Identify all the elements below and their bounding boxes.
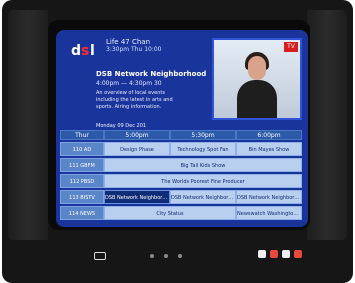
preview-badge: TV (284, 42, 298, 52)
control-button-2[interactable] (270, 250, 278, 258)
program-cell[interactable]: Newswatch Washington Time (236, 206, 302, 220)
front-button[interactable] (150, 254, 154, 258)
front-button[interactable] (178, 254, 182, 258)
grid-time-header-row: Thur 12:00pm5:00pm5:30pm6:00pm (60, 130, 304, 149)
now-playing-title: Life 47 Chan (106, 38, 151, 46)
control-button-3[interactable] (282, 250, 290, 258)
grid-time-header: 5:00pm (104, 130, 170, 140)
live-preview: TV (212, 38, 302, 120)
grid-time-header: 6:00pm (236, 130, 302, 140)
channel-label[interactable]: 110 AD (60, 142, 104, 156)
tv-set: d s l Life 47 Chan 3:30pm Thu 10:00 DSB … (0, 0, 355, 283)
speaker-right (307, 10, 347, 240)
tv-front-panel (10, 240, 346, 276)
grid-date-header: Thur 12:00pm (60, 130, 104, 149)
preview-person-head (248, 56, 266, 80)
channel-label[interactable]: 114 NEWS (60, 206, 104, 220)
tv-screen: d s l Life 47 Chan 3:30pm Thu 10:00 DSB … (56, 30, 308, 227)
preview-person-body (237, 80, 277, 118)
program-cell[interactable]: DSB Network Neighborhood (170, 190, 236, 204)
grid-row: 113 BISTV DSB Network Neighborhood DSB Net… (60, 190, 304, 204)
grid-row: 111 GBFM Big Tall Kids Show (60, 158, 304, 172)
program-cell[interactable]: Bin Mayes Show (236, 142, 302, 156)
grid-row: 110 AD Design Phase Technology Spot Fan Bin… (60, 142, 304, 156)
grid-time-header: 5:30pm (170, 130, 236, 140)
speaker-left (8, 10, 48, 240)
front-button[interactable] (164, 254, 168, 258)
program-cell[interactable]: Design Phase (104, 142, 170, 156)
control-button-1[interactable] (258, 250, 266, 258)
program-title: DSB Network Neighborhood (96, 70, 207, 78)
power-indicator-icon (94, 252, 106, 260)
program-time: 4:00pm — 4:30pm 30 (96, 80, 162, 87)
control-button-4[interactable] (294, 250, 302, 258)
guide-logo-icon: d s l (70, 38, 102, 62)
program-cell[interactable]: City Status (104, 206, 236, 220)
program-description: An overview of local events including th… (96, 90, 173, 110)
channel-label[interactable]: 112 PBSD (60, 174, 104, 188)
program-cell[interactable]: Big Tall Kids Show (104, 158, 302, 172)
front-controls (258, 250, 316, 260)
program-cell[interactable]: DSB Network Neighborhood (104, 190, 170, 204)
grid-row: 112 PBSD The Worlds Poorest Fine Producer (60, 174, 304, 188)
channel-label[interactable]: 113 BISTV (60, 190, 104, 204)
svg-text:l: l (90, 43, 95, 59)
program-grid: Thur 12:00pm5:00pm5:30pm6:00pm 110 ADDes… (60, 130, 304, 225)
program-cell[interactable]: Technology Spot Fan (170, 142, 236, 156)
program-cell[interactable]: The Worlds Poorest Fine Producer (104, 174, 302, 188)
grid-row: 114 NEWS City Status Newswatch Washington … (60, 206, 304, 220)
date-bar: Monday 09 Dec 201 (96, 123, 147, 129)
svg-text:s: s (81, 43, 89, 59)
now-playing-time: 3:30pm Thu 10:00 (106, 46, 162, 53)
svg-text:d: d (71, 43, 81, 59)
program-cell[interactable]: DSB Network Neighborhood (236, 190, 302, 204)
channel-label[interactable]: 111 GBFM (60, 158, 104, 172)
